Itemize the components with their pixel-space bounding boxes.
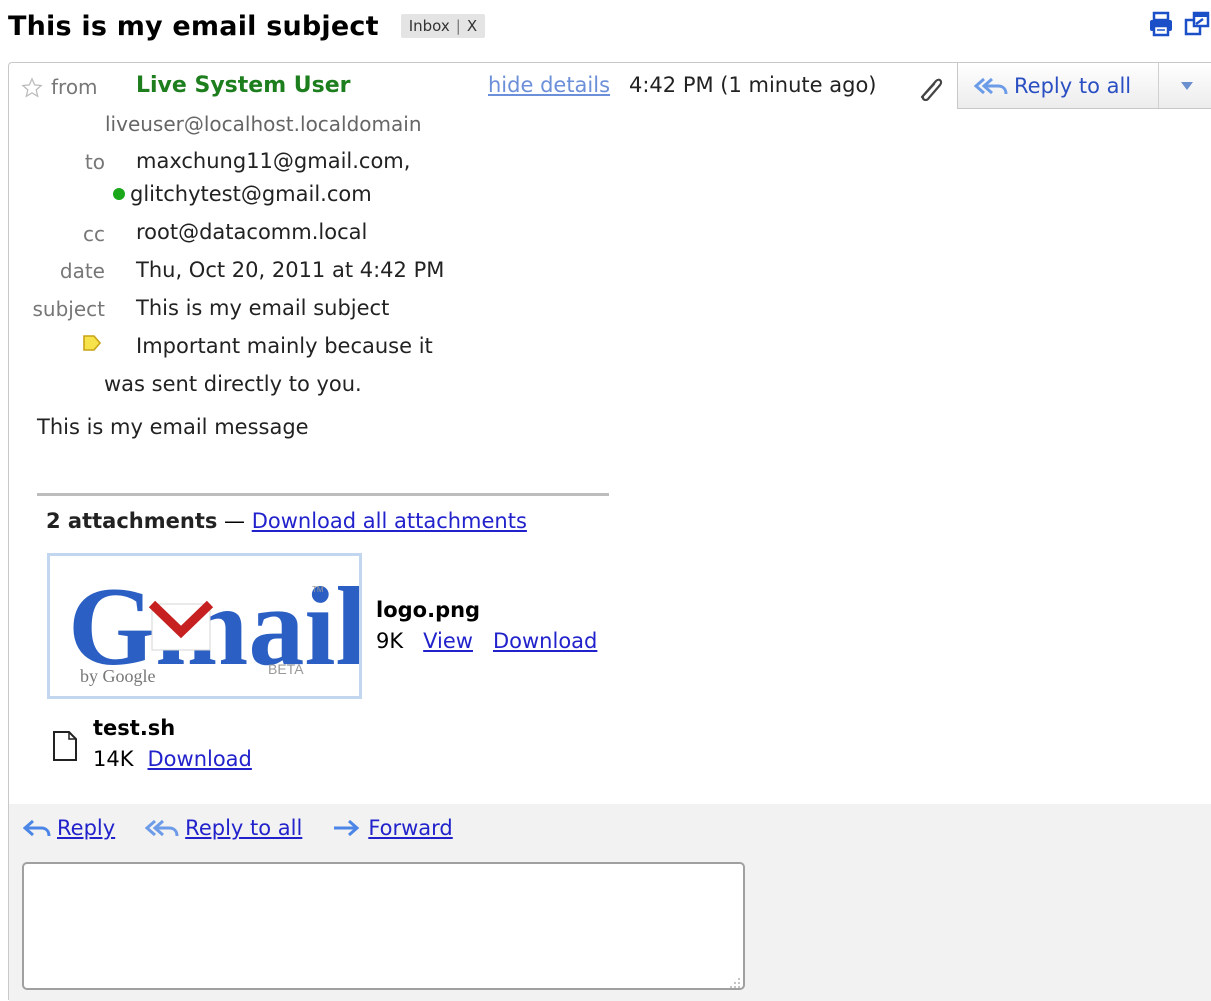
download-all-link[interactable]: Download all attachments: [252, 509, 527, 533]
attachments-count: 2 attachments: [46, 509, 218, 533]
inbox-label[interactable]: Inbox: [409, 17, 450, 35]
message-panel: from Live System User hide details 4:42 …: [8, 62, 1211, 1001]
message-time: 4:42 PM (1 minute ago): [629, 73, 877, 97]
reply-to-all-label: Reply to all: [1014, 73, 1132, 98]
svg-text:TM: TM: [312, 585, 324, 594]
attachment-2-size: 14K: [93, 747, 134, 771]
reply-textarea[interactable]: [22, 862, 745, 990]
star-icon[interactable]: [21, 77, 43, 103]
sender-name[interactable]: Live System User: [136, 73, 351, 98]
attachment-2-name: test.sh: [93, 716, 176, 740]
label-separator: |: [455, 17, 461, 35]
conversation-subject: This is my email subject: [8, 10, 379, 42]
svg-text:BETA: BETA: [268, 661, 304, 677]
resize-grip-icon[interactable]: [729, 974, 741, 993]
reply-action[interactable]: Reply: [23, 816, 115, 840]
message-date: Thu, Oct 20, 2011 at 4:42 PM: [136, 258, 445, 282]
paperclip-icon: [916, 75, 944, 105]
dropdown-arrow-icon: [1180, 81, 1193, 90]
reply-all-icon: [974, 77, 1008, 94]
reply-footer: Reply Reply to all Forward: [9, 804, 1211, 1001]
reply-all-action[interactable]: Reply to all: [145, 816, 302, 840]
to-label: to: [84, 150, 105, 174]
attachment-2-download-link[interactable]: Download: [148, 747, 252, 771]
importance-reason-line-1: Important mainly because it: [136, 334, 433, 358]
to-recipient-1: maxchung11@gmail.com,: [136, 149, 411, 173]
inbox-label-chip[interactable]: Inbox | X: [400, 14, 486, 38]
importance-reason-line-2: was sent directly to you.: [104, 372, 362, 396]
reply-link[interactable]: Reply: [57, 816, 115, 840]
reply-to-all-split-button: Reply to all: [957, 63, 1211, 109]
subject-label: subject: [32, 297, 106, 321]
remove-label-button[interactable]: X: [467, 17, 477, 35]
attachments-dash: —: [217, 509, 252, 533]
important-marker-icon[interactable]: [82, 334, 102, 356]
file-icon: [52, 730, 78, 766]
attachment-1-view-link[interactable]: View: [423, 629, 473, 653]
reply-icon: [23, 819, 51, 837]
cc-recipient: root@datacomm.local: [136, 220, 368, 244]
subject-bar: This is my email subject Inbox | X: [8, 6, 486, 46]
attachment-1-meta: 9K View Download: [376, 629, 597, 653]
attachment-thumbnail[interactable]: Gmail by Google BETA TM: [47, 553, 362, 699]
forward-link[interactable]: Forward: [368, 816, 452, 840]
attachment-1-download-link[interactable]: Download: [493, 629, 597, 653]
cc-label: cc: [83, 222, 105, 246]
svg-text:by Google: by Google: [80, 666, 156, 686]
date-label: date: [59, 259, 105, 283]
to-recipient-2: glitchytest@gmail.com: [130, 182, 372, 206]
message-subject: This is my email subject: [136, 296, 390, 320]
reply-actions: Reply Reply to all Forward: [23, 816, 453, 840]
forward-arrow-icon: [334, 819, 360, 837]
forward-action[interactable]: Forward: [332, 816, 453, 840]
attachment-2-meta: 14K Download: [93, 747, 252, 771]
new-window-icon[interactable]: [1183, 10, 1211, 38]
sender-email: liveuser@localhost.localdomain: [105, 112, 422, 136]
attachment-1-name: logo.png: [376, 598, 481, 622]
reply-all-icon: [145, 819, 179, 837]
message-body: This is my email message: [37, 415, 309, 439]
gmail-logo: Gmail by Google BETA TM: [68, 565, 359, 689]
attachment-1-size: 9K: [376, 629, 404, 653]
online-status-icon: [113, 188, 125, 200]
attachments-divider: [37, 493, 609, 496]
attachments-header: 2 attachments — Download all attachments: [46, 509, 527, 533]
reply-to-all-button[interactable]: Reply to all: [958, 63, 1158, 108]
from-label: from: [51, 75, 98, 99]
top-icons: [1147, 10, 1211, 38]
more-actions-dropdown[interactable]: [1158, 63, 1211, 108]
reply-all-link[interactable]: Reply to all: [185, 816, 302, 840]
hide-details-link[interactable]: hide details: [488, 73, 610, 97]
print-icon[interactable]: [1147, 10, 1175, 38]
